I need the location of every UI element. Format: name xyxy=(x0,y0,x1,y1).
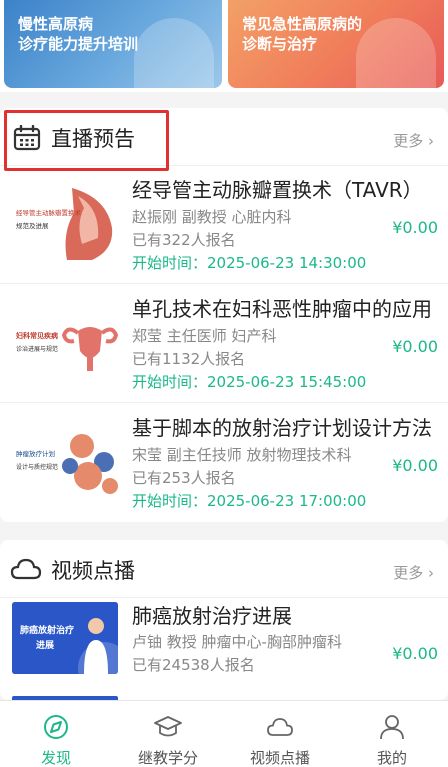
banner-acute-altitude[interactable]: 常见急性高原病的 诊断与治疗 xyxy=(228,0,444,88)
banner-title-line2: 诊疗能力提升培训 xyxy=(18,35,139,53)
live-item-title: 经导管主动脉瓣置换术（TAVR） xyxy=(132,178,423,202)
discover-icon xyxy=(42,713,70,745)
nav-label: 我的 xyxy=(376,749,407,767)
cloud-icon xyxy=(265,713,295,745)
live-item-start-time: 开始时间：2025-06-23 15:45:00 xyxy=(132,373,367,391)
thumb-caption: 肺癌放射治疗 xyxy=(20,624,74,636)
live-item-signups: 已有253人报名 xyxy=(132,469,236,487)
live-item[interactable]: 经导管主动脉瓣置换术 规范及进展 经导管主动脉瓣置换术（TAVR） 赵振刚 副教… xyxy=(0,166,448,284)
live-item-title: 基于脚本的放射治疗计划设计方法 xyxy=(132,416,432,440)
live-more-link[interactable]: 更多 › xyxy=(393,130,434,151)
vod-item-signups: 已有24538人报名 xyxy=(132,656,255,674)
thumb-caption: 妇科常见疾病 xyxy=(15,331,58,340)
person-icon xyxy=(378,713,406,745)
banner-figure-image xyxy=(134,18,214,88)
vod-item-title: 肺癌放射治疗进展 xyxy=(132,604,292,628)
thumb-caption: 经导管主动脉瓣置换术 xyxy=(16,208,82,217)
banner-title-line2: 诊断与治疗 xyxy=(242,35,318,53)
nav-tab-vod[interactable]: 视频点播 xyxy=(224,701,336,767)
banner-figure-image xyxy=(356,18,436,88)
live-section-header: 直播预告 更多 › xyxy=(0,108,448,171)
vod-more-link[interactable]: 更多 › xyxy=(393,562,434,583)
thumb-caption: 诊治进展与规范 xyxy=(16,345,58,353)
bottom-nav: 发现 继教学分 视频点播 我的 xyxy=(0,700,448,767)
title-highlight-box xyxy=(4,110,169,171)
live-item-start-time: 开始时间：2025-06-23 14:30:00 xyxy=(132,254,367,272)
live-thumbnail: 经导管主动脉瓣置换术 规范及进展 xyxy=(12,188,118,260)
live-item-start-time: 开始时间：2025-06-23 17:00:00 xyxy=(132,492,367,510)
live-item-lecturer: 赵振刚 副教授 心脏内科 xyxy=(132,208,292,226)
live-item-title: 单孔技术在妇科恶性肿瘤中的应用 xyxy=(132,297,432,321)
nav-tab-discover[interactable]: 发现 xyxy=(0,701,112,767)
vod-section-title: 视频点播 xyxy=(51,559,135,583)
live-item-signups: 已有322人报名 xyxy=(132,231,236,249)
live-item-lecturer: 郑莹 主任医师 妇产科 xyxy=(132,327,277,345)
thumb-caption: 设计与质控规范 xyxy=(16,463,58,471)
live-item-price: ¥0.00 xyxy=(392,337,438,356)
nav-tab-credits[interactable]: 继教学分 xyxy=(112,701,224,767)
live-item[interactable]: 肿瘤放疗计划 设计与质控规范 基于脚本的放射治疗计划设计方法 宋莹 副主任技师 … xyxy=(0,404,448,522)
graduation-cap-icon xyxy=(153,713,183,745)
banner-title-line1: 慢性高原病 xyxy=(18,15,94,33)
vod-item-lecturer: 卢铀 教授 肿瘤中心-胸部肿瘤科 xyxy=(132,633,342,651)
live-thumbnail: 妇科常见疾病 诊治进展与规范 xyxy=(12,307,118,379)
nav-tab-mine[interactable]: 我的 xyxy=(336,701,448,767)
vod-item-price: ¥0.00 xyxy=(392,644,438,663)
thumb-caption: 规范及进展 xyxy=(16,221,49,230)
vod-section-header: 视频点播 更多 › xyxy=(0,540,448,598)
vod-section: 视频点播 更多 › 肺癌放射治疗 进展 肺癌放射治疗进展 卢铀 教授 肿瘤中心-… xyxy=(0,540,448,700)
live-item[interactable]: 妇科常见疾病 诊治进展与规范 单孔技术在妇科恶性肿瘤中的应用 郑莹 主任医师 妇… xyxy=(0,285,448,403)
nav-label: 发现 xyxy=(40,749,71,767)
live-item-lecturer: 宋莹 副主任技师 放射物理技术科 xyxy=(132,446,352,464)
app-page: 慢性高原病 诊疗能力提升培训 常见急性高原病的 诊断与治疗 直播预告 更多 › … xyxy=(0,0,448,767)
live-preview-section: 直播预告 更多 › 经导管主动脉瓣置换术 规范及进展 经导管主动脉瓣置换术（TA… xyxy=(0,108,448,522)
live-item-price: ¥0.00 xyxy=(392,456,438,475)
live-item-price: ¥0.00 xyxy=(392,218,438,237)
thumb-caption: 肿瘤放疗计划 xyxy=(16,449,55,458)
live-item-signups: 已有1132人报名 xyxy=(132,350,246,368)
cloud-icon xyxy=(10,557,42,585)
vod-item[interactable]: 肺癌放射治疗 进展 肺癌放射治疗进展 卢铀 教授 肿瘤中心-胸部肿瘤科 已有24… xyxy=(0,598,448,688)
nav-label: 继教学分 xyxy=(137,749,198,767)
banner-title-line1: 常见急性高原病的 xyxy=(242,15,363,33)
banner-strip: 慢性高原病 诊疗能力提升培训 常见急性高原病的 诊断与治疗 xyxy=(0,0,448,92)
live-thumbnail: 肿瘤放疗计划 设计与质控规范 xyxy=(12,426,118,498)
banner-chronic-altitude[interactable]: 慢性高原病 诊疗能力提升培训 xyxy=(4,0,222,88)
thumb-caption: 进展 xyxy=(36,639,54,651)
vod-thumbnail: 肺癌放射治疗 进展 xyxy=(12,602,118,674)
nav-label: 视频点播 xyxy=(249,749,310,767)
